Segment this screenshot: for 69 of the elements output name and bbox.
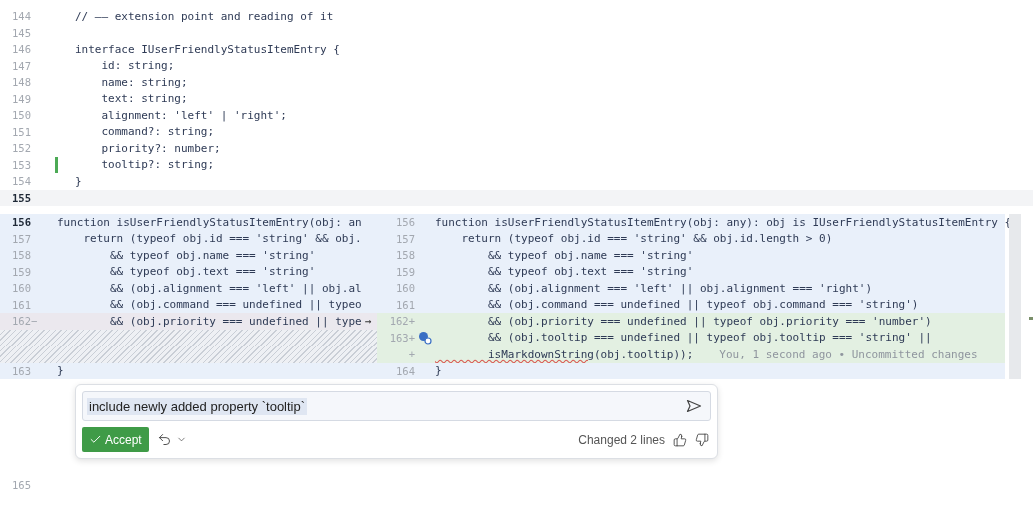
code-line: interface IUserFriendlyStatusItemEntry { (75, 42, 340, 56)
line-number: 157 (395, 232, 415, 245)
code-line: && typeof obj.text === 'string' (486, 265, 694, 279)
change-arrow[interactable]: → (365, 314, 377, 328)
line-number: 158 (395, 249, 415, 262)
code-line: return (typeof obj.id === 'string' && obj.id.length > 0) (460, 232, 833, 246)
line-number: 156 (11, 216, 32, 229)
thumbs-up-icon[interactable] (671, 432, 689, 447)
blame-annotation: You, 1 second ago • Uncommitted changes (719, 347, 978, 361)
line-number: 161 (395, 298, 415, 311)
send-icon[interactable] (686, 399, 702, 413)
line-number: 150 (11, 109, 32, 122)
code-line: isMarkdownString(obj.tooltip)); (486, 347, 694, 361)
code-line: && (obj.alignment === 'left' || obj.al (108, 281, 363, 295)
code-line: command?: string; (100, 125, 215, 139)
code-line: && typeof obj.text === 'string' (108, 265, 317, 279)
code-line: return (typeof obj.id === 'string' && obj. (82, 232, 363, 246)
line-number: 161 (11, 298, 32, 311)
line-number: 162+ (388, 315, 415, 328)
line-number: 157 (11, 232, 32, 245)
code-line: && (obj.alignment === 'left' || obj.alignment === 'right') (486, 281, 873, 295)
code-line: && (obj.command === undefined || typeo (108, 298, 363, 312)
code-line: && (obj.tooltip === undefined || typeof obj.tooltip === 'string' || (486, 331, 932, 345)
accept-button[interactable]: Accept (82, 427, 149, 452)
line-number: 151 (11, 125, 32, 138)
line-number: 154 (11, 175, 32, 188)
line-number: 144 (11, 10, 32, 23)
code-line: function isUserFriendlyStatusItemEntry(obj: an (57, 215, 363, 229)
code-line: name: string; (100, 75, 188, 89)
code-line: && typeof obj.name === 'string' (108, 248, 317, 262)
thumbs-down-icon[interactable] (693, 432, 711, 447)
line-number: 152 (11, 142, 32, 155)
change-summary: Changed 2 lines (578, 432, 665, 447)
code-line: && (obj.priority === undefined || typeof obj.priority === 'number') (486, 314, 932, 328)
code-line: alignment: 'left' | 'right'; (100, 108, 287, 122)
code-line: && (obj.command === undefined || typeof obj.command === 'string') (486, 298, 919, 312)
code-line: } (435, 364, 442, 378)
line-number: 149 (11, 92, 32, 105)
line-number: 160 (11, 282, 32, 295)
line-number: 155 (11, 191, 32, 204)
line-number: 145 (11, 26, 32, 39)
line-number: 156 (395, 216, 415, 229)
code-line: && (obj.priority === undefined || type (108, 314, 363, 328)
code-line: // —— extension point and reading of it (75, 9, 334, 23)
line-number: 147 (11, 59, 32, 72)
line-number: 163 (11, 364, 32, 377)
line-number: 159 (11, 265, 32, 278)
line-number: 164 (395, 364, 415, 377)
line-number: 153 (11, 158, 32, 171)
code-line: } (57, 364, 65, 378)
code-line: text: string; (100, 92, 188, 106)
code-line: } (75, 174, 82, 188)
line-number: + (407, 348, 415, 361)
line-number: 146 (11, 43, 32, 56)
line-number: 163+ (388, 331, 415, 344)
line-number: 159 (395, 265, 415, 278)
line-number: 158 (11, 249, 32, 262)
line-number: 162− (11, 315, 39, 328)
scrollbar-track[interactable] (1009, 214, 1021, 379)
code-line: id: string; (100, 59, 175, 73)
code-line: && typeof obj.name === 'string' (486, 248, 694, 262)
code-line: tooltip?: string; (100, 158, 215, 172)
prompt-field[interactable]: include newly added property `tooltip` (82, 391, 711, 421)
code-line: priority?: number; (100, 141, 221, 155)
line-number: 148 (11, 76, 32, 89)
line-number: 165 (11, 479, 32, 491)
check-icon (89, 433, 102, 446)
user-badge-icon[interactable] (418, 330, 432, 345)
line-number: 160 (395, 282, 415, 295)
